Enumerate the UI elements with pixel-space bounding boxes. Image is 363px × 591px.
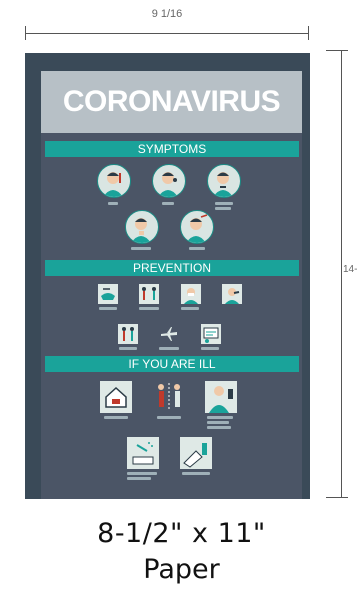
no-travel-icon [159, 324, 179, 344]
prevention-header: PREVENTION [45, 260, 299, 276]
breathing-icon [207, 164, 241, 198]
ill-caption [157, 416, 181, 419]
isolate-icon [153, 381, 185, 413]
handwashing-icon [98, 284, 118, 304]
no-handshake-icon [118, 324, 138, 344]
prevention-caption [139, 307, 159, 310]
mask-icon [181, 284, 201, 304]
symptom-caption [215, 207, 231, 210]
ill-caption [207, 426, 231, 429]
ill-caption [207, 416, 233, 419]
stay-home-icon [100, 381, 132, 413]
sore-throat-icon [125, 210, 159, 244]
symptom-caption [162, 202, 174, 205]
height-dimension: 14- [326, 50, 357, 498]
symptom-caption [189, 247, 205, 250]
symptom-caption [108, 202, 118, 205]
width-dimension-line [25, 33, 309, 34]
cough-icon [152, 164, 186, 198]
height-dimension-line [341, 50, 342, 498]
symptom-caption [131, 247, 151, 250]
if-ill-header: IF YOU ARE ILL [45, 356, 299, 372]
ill-caption [182, 472, 210, 475]
symptom-caption [215, 202, 233, 205]
poster-title: CORONAVIRUS [62, 85, 281, 118]
height-tick-bottom [326, 497, 348, 498]
distance-icon [139, 284, 159, 304]
width-label: 9 1/16 [151, 8, 183, 20]
prevention-caption [181, 307, 199, 310]
title-banner: CORONAVIRUS [41, 71, 302, 133]
width-tick-right [308, 26, 309, 40]
symptoms-header: SYMPTOMS [45, 141, 299, 157]
paper-size-label: 8-1/2" x 11" [97, 518, 266, 549]
ill-caption [127, 472, 157, 475]
width-dimension: 9 1/16 [25, 8, 309, 44]
ill-caption [127, 477, 151, 480]
prevention-caption [201, 347, 219, 350]
disinfect-icon [127, 437, 159, 469]
poster-board: CORONAVIRUS SYMPTOMS PREVENTION IF YOU A… [25, 53, 310, 499]
height-label: 14- [343, 264, 358, 275]
info-icon [201, 324, 221, 344]
fever-icon [97, 164, 131, 198]
poster-panel: CORONAVIRUS SYMPTOMS PREVENTION IF YOU A… [41, 71, 302, 499]
prevention-caption [99, 307, 117, 310]
width-tick-left [25, 26, 26, 40]
height-tick-top [326, 50, 348, 51]
paper-medium-label: Paper [143, 554, 220, 585]
prevention-caption [119, 347, 137, 350]
call-doctor-icon [205, 381, 237, 413]
cover-cough-icon [222, 284, 242, 304]
prevention-caption [159, 347, 179, 350]
ill-caption [207, 421, 229, 424]
ill-caption [104, 416, 128, 419]
clean-icon [180, 437, 212, 469]
headache-icon [180, 210, 214, 244]
